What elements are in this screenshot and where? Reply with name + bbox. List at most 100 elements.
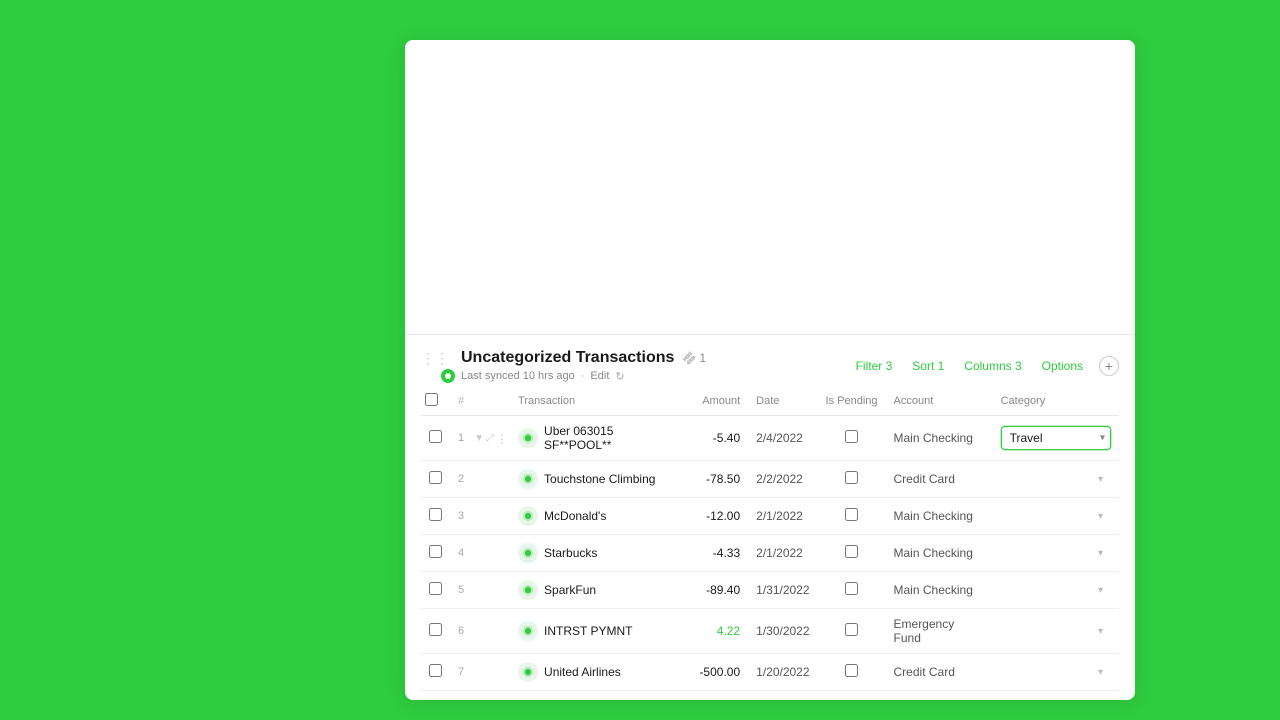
amount-cell: -89.40	[691, 572, 748, 609]
amount-cell: -4.33	[691, 535, 748, 572]
section-drag-handle[interactable]: ⋮⋮	[421, 350, 449, 367]
expand-row-icon[interactable]: ⤢	[486, 511, 494, 522]
top-chart-area	[405, 40, 1135, 335]
row-menu-icon[interactable]: ⋮	[496, 547, 508, 561]
row-number: 5	[450, 572, 472, 609]
pending-checkbox[interactable]	[845, 508, 858, 521]
refresh-icon[interactable]: ↻	[615, 370, 624, 383]
filter-row-icon[interactable]: ▼	[474, 626, 484, 637]
row-menu-icon[interactable]: ⋮	[496, 584, 508, 598]
filter-row-icon[interactable]: ▼	[474, 511, 484, 522]
account-cell: Credit Card	[886, 654, 993, 691]
expand-row-icon[interactable]: ⤢	[486, 585, 494, 596]
category-empty[interactable]: ▾	[1001, 581, 1111, 600]
expand-row-icon[interactable]: ⤢	[486, 548, 494, 559]
pending-checkbox[interactable]	[845, 471, 858, 484]
table-row: 3 ▼ ⤢ ⋮ McDonald's -12.00 2/1/2022	[421, 498, 1119, 535]
row-checkbox[interactable]	[429, 545, 442, 558]
row-number: 4	[450, 535, 472, 572]
expand-row-icon[interactable]: ⤢	[486, 626, 494, 637]
pending-checkbox[interactable]	[845, 623, 858, 636]
header-amount: Amount	[691, 387, 748, 416]
category-cell: ▾	[993, 654, 1119, 691]
table-row: 7 ▼ ⤢ ⋮ United Airlines -500.00 1/20/202…	[421, 654, 1119, 691]
columns-button[interactable]: Columns 3	[960, 357, 1025, 375]
category-empty[interactable]: ▾	[1001, 507, 1111, 526]
date-cell: 2/1/2022	[748, 535, 817, 572]
pending-checkbox[interactable]	[845, 545, 858, 558]
row-checkbox-cell	[421, 416, 450, 461]
row-number: 3	[450, 498, 472, 535]
row-menu-icon[interactable]: ⋮	[496, 510, 508, 524]
account-cell: Main Checking	[886, 416, 993, 461]
expand-row-icon[interactable]: ⤢	[486, 667, 494, 678]
options-button[interactable]: Options	[1038, 357, 1087, 375]
sync-text: Last synced 10 hrs ago	[461, 370, 575, 382]
row-number: 7	[450, 654, 472, 691]
expand-row-icon[interactable]: ⤢	[486, 474, 494, 485]
edit-link[interactable]: Edit	[590, 370, 609, 382]
category-chevron-icon: ▾	[1098, 626, 1103, 637]
select-all-checkbox[interactable]	[425, 393, 438, 406]
row-menu-icon[interactable]: ⋮	[496, 473, 508, 487]
category-chevron-icon: ▾	[1098, 667, 1103, 678]
row-menu-icon[interactable]: ⋮	[496, 666, 508, 680]
row-checkbox[interactable]	[429, 664, 442, 677]
add-column-button[interactable]: +	[1099, 356, 1119, 376]
section-header: ⋮⋮ Uncategorized Transactions ⛓ 1 Last s…	[421, 335, 1119, 387]
filter-row-icon[interactable]: ▼	[474, 585, 484, 596]
row-checkbox[interactable]	[429, 623, 442, 636]
merchant-icon	[518, 506, 538, 526]
row-menu-icon[interactable]: ⋮	[496, 432, 508, 446]
pending-checkbox[interactable]	[845, 430, 858, 443]
filter-row-icon[interactable]: ▼	[474, 667, 484, 678]
row-number: 2	[450, 461, 472, 498]
row-checkbox-cell	[421, 461, 450, 498]
filter-row-icon[interactable]: ▼	[474, 474, 484, 485]
date-cell: 1/20/2022	[748, 654, 817, 691]
merchant-name: Touchstone Climbing	[544, 472, 655, 486]
merchant-icon	[518, 469, 538, 489]
category-cell: Travel Food & Dining Shopping Entertainm…	[993, 416, 1119, 461]
category-empty[interactable]: ▾	[1001, 470, 1111, 489]
account-cell: Main Checking	[886, 535, 993, 572]
table-row: 2 ▼ ⤢ ⋮ Touchstone Climbing -78.50 2/2/2…	[421, 461, 1119, 498]
expand-row-icon[interactable]: ⤢	[486, 433, 494, 444]
amount-cell: 4.22	[691, 609, 748, 654]
row-checkbox-cell	[421, 535, 450, 572]
filter-button[interactable]: Filter 3	[852, 357, 897, 375]
account-cell: Main Checking	[886, 498, 993, 535]
filter-row-icon[interactable]: ▼	[474, 548, 484, 559]
row-number: 6	[450, 609, 472, 654]
category-empty[interactable]: ▾	[1001, 544, 1111, 563]
header-is-pending: Is Pending	[818, 387, 886, 416]
row-checkbox[interactable]	[429, 430, 442, 443]
sort-button[interactable]: Sort 1	[908, 357, 948, 375]
pending-checkbox[interactable]	[845, 582, 858, 595]
category-chevron-icon: ▾	[1098, 511, 1103, 522]
row-checkbox[interactable]	[429, 508, 442, 521]
category-empty[interactable]: ▾	[1001, 663, 1111, 682]
pending-cell	[818, 535, 886, 572]
row-action-icons: ▼ ⤢ ⋮	[472, 416, 510, 461]
pending-cell	[818, 609, 886, 654]
category-select[interactable]: Travel Food & Dining Shopping Entertainm…	[1001, 426, 1111, 450]
header-num-col: #	[450, 387, 472, 416]
table-row: 1 ▼ ⤢ ⋮ Uber 063015 SF**POOL** -5.40 2/4…	[421, 416, 1119, 461]
category-empty[interactable]: ▾	[1001, 622, 1111, 641]
merchant-name: McDonald's	[544, 509, 606, 523]
table-row: 4 ▼ ⤢ ⋮ Starbucks -4.33 2/1/2022	[421, 535, 1119, 572]
account-cell: Emergency Fund	[886, 609, 993, 654]
category-select-wrapper: Travel Food & Dining Shopping Entertainm…	[1001, 426, 1111, 450]
account-cell: Main Checking	[886, 572, 993, 609]
merchant-cell: United Airlines	[510, 654, 691, 691]
row-checkbox[interactable]	[429, 582, 442, 595]
merchant-cell: Uber 063015 SF**POOL**	[510, 416, 691, 461]
row-action-icons: ▼ ⤢ ⋮	[472, 535, 510, 572]
sync-separator: ·	[581, 370, 585, 382]
pending-checkbox[interactable]	[845, 664, 858, 677]
header-date: Date	[748, 387, 817, 416]
filter-row-icon[interactable]: ▼	[474, 433, 484, 444]
row-menu-icon[interactable]: ⋮	[496, 625, 508, 639]
row-checkbox[interactable]	[429, 471, 442, 484]
